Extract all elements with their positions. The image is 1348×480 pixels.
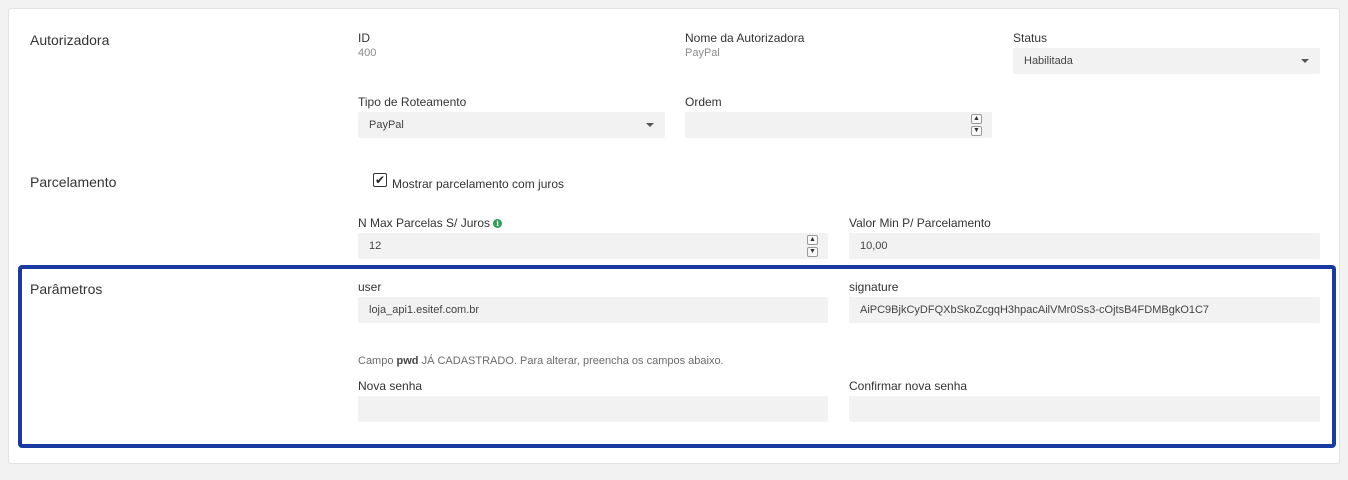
info-icon[interactable]: i	[493, 219, 503, 228]
checkmark-icon: ✔	[374, 173, 386, 187]
user-value: loja_api1.esitef.com.br	[369, 304, 480, 316]
max-parcelas-value: 12	[369, 240, 382, 252]
nova-senha-input[interactable]	[358, 396, 828, 422]
chevron-down-icon	[1301, 59, 1309, 63]
ordem-label: Ordem	[685, 95, 722, 109]
step-down-icon[interactable]: ▼	[971, 126, 982, 136]
mostrar-juros-checkbox[interactable]: ✔	[373, 173, 387, 187]
section-title-parametros: Parâmetros	[30, 281, 103, 297]
confirmar-senha-input[interactable]	[849, 396, 1320, 422]
max-parcelas-label-text: N Max Parcelas S/ Juros	[358, 216, 491, 230]
step-down-icon[interactable]: ▼	[807, 247, 818, 257]
nova-senha-label: Nova senha	[358, 379, 423, 393]
tipo-roteamento-select[interactable]: PayPal	[358, 112, 665, 138]
valor-min-input[interactable]: 10,00	[849, 233, 1320, 259]
step-up-icon[interactable]: ▲	[807, 235, 818, 245]
valor-min-label: Valor Min P/ Parcelamento	[849, 216, 991, 230]
max-parcelas-stepper[interactable]: ▲ ▼	[807, 235, 818, 257]
chevron-down-icon	[646, 123, 654, 127]
pwd-hint-field: pwd	[396, 355, 419, 367]
status-select-value: Habilitada	[1024, 55, 1073, 67]
section-title-autorizadora: Autorizadora	[30, 32, 110, 48]
nome-autorizadora-value: PayPal	[685, 47, 720, 59]
user-label: user	[358, 280, 382, 294]
mostrar-juros-label: Mostrar parcelamento com juros	[392, 177, 565, 191]
signature-input[interactable]: AiPC9BjkCyDFQXbSkoZcgqH3hpacAilVMr0Ss3-c…	[849, 297, 1320, 323]
pwd-hint-prefix: Campo	[358, 355, 394, 367]
id-label: ID	[358, 31, 370, 45]
status-label: Status	[1013, 31, 1048, 45]
id-value: 400	[358, 47, 377, 59]
signature-label: signature	[849, 280, 899, 294]
signature-value: AiPC9BjkCyDFQXbSkoZcgqH3hpacAilVMr0Ss3-c…	[860, 304, 1210, 316]
ordem-input[interactable]: ▲ ▼	[685, 112, 992, 138]
tipo-roteamento-label: Tipo de Roteamento	[358, 95, 467, 109]
max-parcelas-input[interactable]: 12 ▲ ▼	[358, 233, 828, 259]
step-up-icon[interactable]: ▲	[971, 114, 982, 124]
ordem-stepper[interactable]: ▲ ▼	[971, 114, 982, 136]
nome-autorizadora-label: Nome da Autorizadora	[685, 31, 805, 45]
status-select[interactable]: Habilitada	[1013, 48, 1320, 74]
max-parcelas-label: N Max Parcelas S/ Juros i	[358, 216, 503, 230]
confirmar-senha-label: Confirmar nova senha	[849, 379, 968, 393]
user-input[interactable]: loja_api1.esitef.com.br	[358, 297, 828, 323]
pwd-hint-suffix: JÁ CADASTRADO. Para alterar, preencha os…	[421, 355, 724, 367]
tipo-roteamento-value: PayPal	[369, 119, 404, 131]
section-title-parcelamento: Parcelamento	[30, 174, 117, 190]
valor-min-value: 10,00	[860, 240, 888, 252]
pwd-hint: Campo pwd JÁ CADASTRADO. Para alterar, p…	[358, 355, 724, 367]
